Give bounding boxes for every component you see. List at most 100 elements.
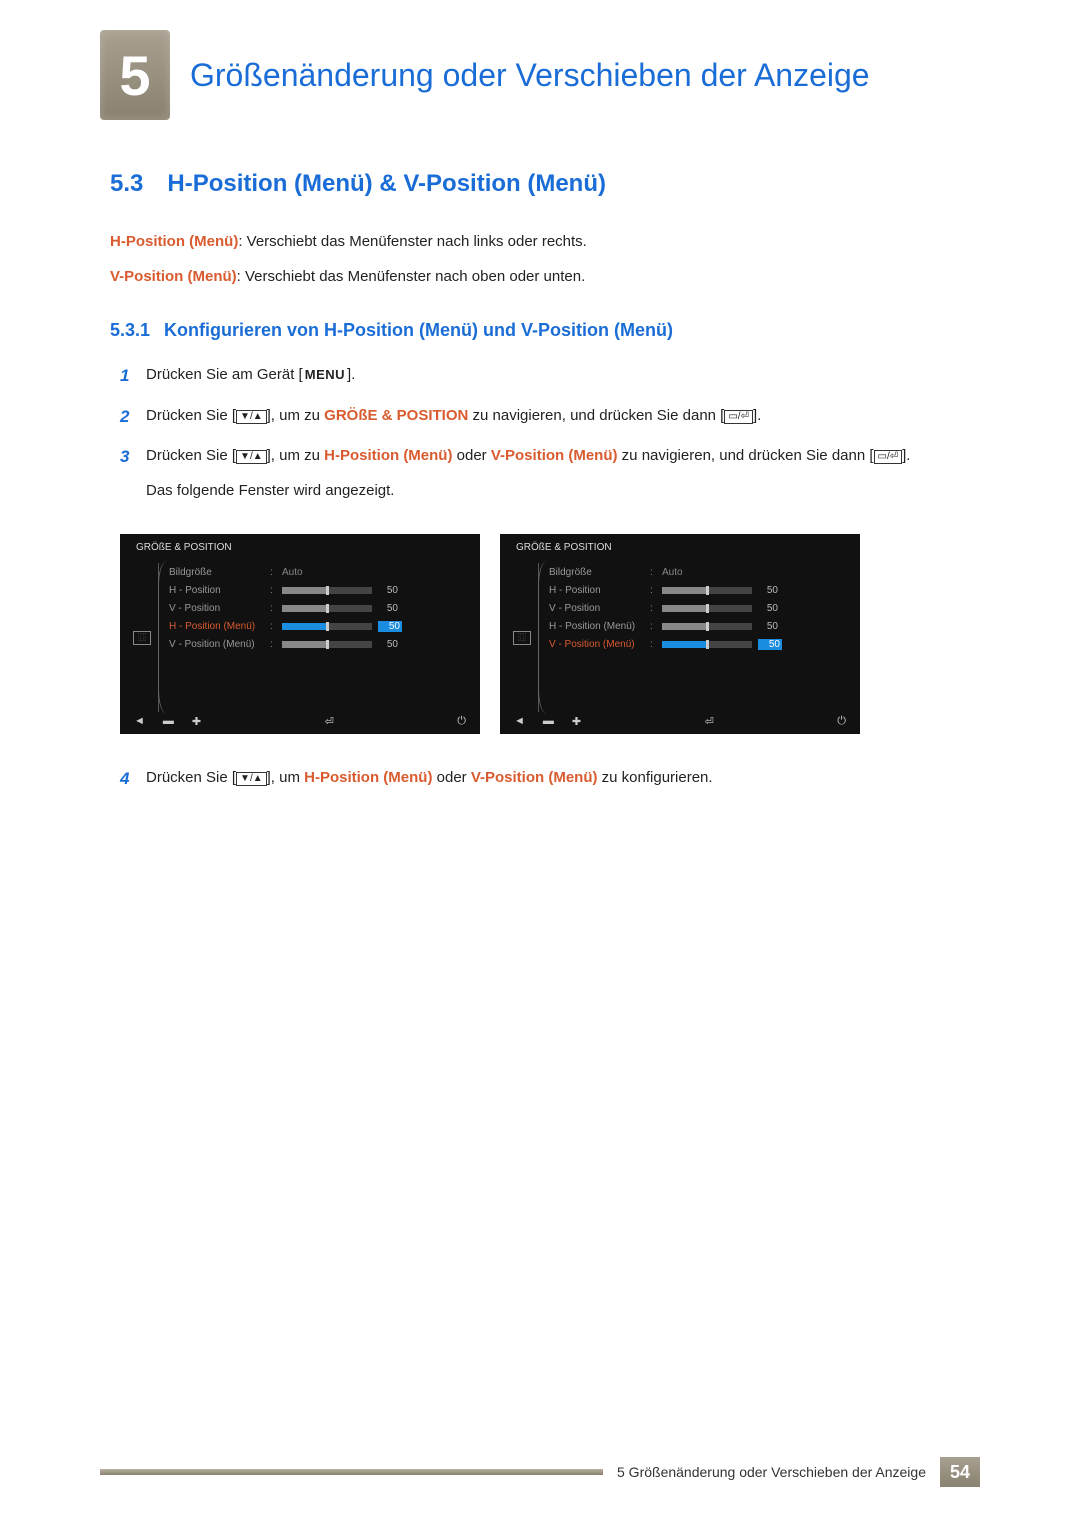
osd-slider <box>662 641 752 648</box>
osd-item: V - Position: 50 <box>169 599 470 617</box>
osd-item-value: 50 <box>758 603 778 614</box>
section-number: 5.3 <box>110 170 143 197</box>
osd-item-label: Bildgröße <box>169 567 264 578</box>
osd-nav-icon: ⏎ <box>325 715 334 728</box>
osd-item-value: 50 <box>758 639 782 650</box>
osd-section-icon: ⿲ <box>513 631 531 645</box>
osd-item-label: H - Position <box>549 585 644 596</box>
osd-nav-icon: ✚ <box>572 715 581 728</box>
osd-nav-icon: ⏎ <box>705 715 714 728</box>
step-number: 4 <box>120 764 146 795</box>
text: ], um zu <box>267 407 325 424</box>
osd-slider <box>282 623 372 630</box>
footer-bar <box>100 1469 603 1475</box>
osd-item: H - Position (Menü): 50 <box>169 617 470 635</box>
text: oder <box>452 447 490 464</box>
down-up-icon: ▼/▲ <box>236 772 267 786</box>
step3-post: Das folgende Fenster wird angezeigt. <box>146 477 970 504</box>
down-up-icon: ▼/▲ <box>236 450 267 464</box>
osd-item-label: H - Position (Menü) <box>169 621 264 632</box>
cfg-target-h: H-Position (Menü) <box>304 769 432 786</box>
osd-item-value: 50 <box>378 621 402 632</box>
colon: : <box>650 639 656 650</box>
desc-h-position: H-Position (Menü): Verschiebt das Menüfe… <box>110 228 970 255</box>
step-3: 3 Drücken Sie [▼/▲], um zu H-Position (M… <box>120 442 970 504</box>
colon: : <box>270 567 276 578</box>
osd-title: GRÖßE & POSITION <box>510 542 850 553</box>
osd-panel: GRÖßE & POSITION⿲Bildgröße:AutoH - Posit… <box>500 534 860 734</box>
colon: : <box>270 621 276 632</box>
osd-nav-icon: ◄ <box>514 715 525 728</box>
step-4: 4 Drücken Sie [▼/▲], um H-Position (Menü… <box>120 764 970 795</box>
footer-text: 5 Größenänderung oder Verschieben der An… <box>617 1464 926 1480</box>
osd-item-label: V - Position (Menü) <box>169 639 264 650</box>
desc-v-text: : Verschiebt das Menüfenster nach oben o… <box>237 268 586 285</box>
osd-nav-icon: ▬ <box>163 715 174 728</box>
section-title: H-Position (Menü) & V-Position (Menü) <box>167 170 606 197</box>
nav-target-v: V-Position (Menü) <box>491 447 618 464</box>
osd-nav-icon: ▬ <box>543 715 554 728</box>
osd-item: V - Position:50 <box>549 599 850 617</box>
osd-panel: GRÖßE & POSITION ⿲ Bildgröße: Auto H - Posit… <box>120 534 480 734</box>
osd-item-value: 50 <box>378 639 398 650</box>
menu-button-label: MENU <box>303 363 347 386</box>
down-up-icon: ▼/▲ <box>236 410 267 424</box>
step1-pre: Drücken Sie am Gerät [ <box>146 366 303 383</box>
osd-item-label: V - Position (Menü) <box>549 639 644 650</box>
text: Drücken Sie [ <box>146 447 236 464</box>
osd-slider <box>662 605 752 612</box>
subsection-title: Konfigurieren von H-Position (Menü) und … <box>164 320 673 340</box>
step-number: 1 <box>120 361 146 392</box>
desc-h-label: H-Position (Menü) <box>110 233 238 250</box>
osd-item: Bildgröße: Auto <box>169 563 470 581</box>
text: Drücken Sie [ <box>146 769 236 786</box>
osd-item-value: Auto <box>662 567 692 578</box>
osd-item: H - Position (Menü):50 <box>549 617 850 635</box>
osd-power-icon: ⏻ <box>837 715 846 728</box>
osd-item-value: 50 <box>378 603 398 614</box>
text: ]. <box>753 407 761 424</box>
osd-screenshots: GRÖßE & POSITION ⿲ Bildgröße: Auto H - Posit… <box>120 534 970 734</box>
osd-item: H - Position:50 <box>169 581 470 599</box>
colon: : <box>270 603 276 614</box>
text: Drücken Sie [ <box>146 407 236 424</box>
section-heading: 5.3 H-Position (Menü) & V-Position (Menü) <box>110 170 970 198</box>
colon: : <box>650 567 656 578</box>
desc-v-position: V-Position (Menü): Verschiebt das Menüfe… <box>110 263 970 290</box>
osd-section-icon: ⿲ <box>133 631 151 645</box>
osd-power-icon: ⏻ <box>457 715 466 728</box>
text: ], um zu <box>267 447 325 464</box>
osd-item-value: 50 <box>378 585 398 596</box>
text: zu navigieren, und drücken Sie dann [ <box>468 407 724 424</box>
osd-item-value: 50 <box>758 621 778 632</box>
chapter-number-badge: 5 <box>100 30 170 120</box>
colon: : <box>650 585 656 596</box>
text: ]. <box>902 447 910 464</box>
page-number: 54 <box>940 1457 980 1487</box>
enter-icon: ▭/⏎ <box>874 450 903 464</box>
osd-item-label: V - Position <box>169 603 264 614</box>
subsection-heading: 5.3.1 Konfigurieren von H-Position (Menü)… <box>110 320 970 341</box>
step1-post: ]. <box>347 366 355 383</box>
osd-item-label: H - Position (Menü) <box>549 621 644 632</box>
subsection-number: 5.3.1 <box>110 320 150 340</box>
nav-target-h: H-Position (Menü) <box>324 447 452 464</box>
osd-slider <box>282 605 372 612</box>
osd-slider <box>282 641 372 648</box>
osd-item-value: 50 <box>758 585 778 596</box>
osd-bottom-bar: ◄▬✚⏎⏻ <box>130 712 470 730</box>
osd-item: H - Position: 50 <box>549 581 850 599</box>
osd-item: V - Position (Menü):50 <box>169 635 470 653</box>
step-number: 2 <box>120 402 146 433</box>
osd-item-label: V - Position <box>549 603 644 614</box>
step-2: 2 Drücken Sie [▼/▲], um zu GRÖßE & POSIT… <box>120 402 970 433</box>
osd-item: V - Position (Menü): 50 <box>549 635 850 653</box>
desc-v-label: V-Position (Menü) <box>110 268 237 285</box>
text: ], um <box>267 769 305 786</box>
colon: : <box>270 585 276 596</box>
osd-title: GRÖßE & POSITION <box>130 542 470 553</box>
page-footer: 5 Größenänderung oder Verschieben der An… <box>0 1457 1080 1487</box>
osd-slider <box>662 587 752 594</box>
osd-item-value: Auto <box>282 567 312 578</box>
osd-slider <box>662 623 752 630</box>
